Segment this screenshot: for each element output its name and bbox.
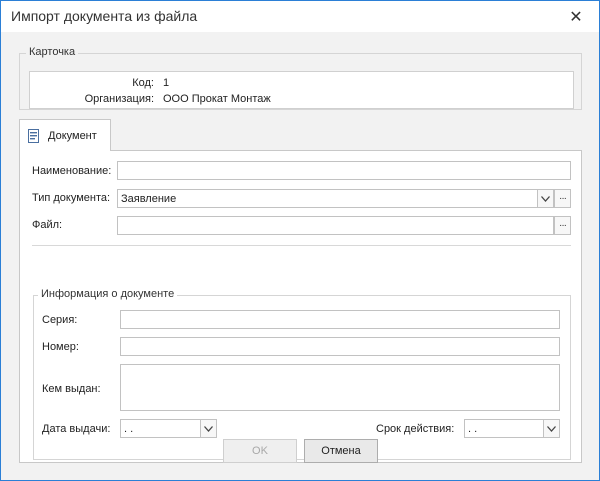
issue-date-label: Дата выдачи: <box>42 423 111 435</box>
name-label: Наименование: <box>32 165 112 177</box>
card-group-title: Карточка <box>26 46 79 58</box>
validity-value: . . <box>468 422 478 435</box>
doctype-browse-button[interactable]: ··· <box>554 189 571 208</box>
document-info-group: Информация о документе Серия: Номер: Кем… <box>33 288 571 460</box>
ok-button[interactable]: OK <box>223 439 297 463</box>
number-input[interactable] <box>120 337 560 356</box>
chevron-down-icon <box>547 425 556 432</box>
chevron-down-icon <box>204 425 213 432</box>
number-label: Номер: <box>42 341 79 353</box>
issue-date-value: . . <box>124 422 134 435</box>
file-browse-button[interactable]: ··· <box>554 216 571 235</box>
code-label: Код: <box>132 77 154 89</box>
doctype-combo[interactable]: Заявление <box>117 189 554 208</box>
tab-document-label: Документ <box>48 129 97 142</box>
info-group-title: Информация о документе <box>38 288 178 300</box>
doctype-label: Тип документа: <box>32 192 111 204</box>
name-input[interactable] <box>117 161 571 180</box>
validity-label: Срок действия: <box>376 423 455 435</box>
window-title: Импорт документа из файла <box>11 8 198 24</box>
organization-value: ООО Прокат Монтаж <box>163 93 271 105</box>
series-input[interactable] <box>120 310 560 329</box>
doctype-value: Заявление <box>121 192 177 205</box>
dialog-window: Импорт документа из файла ✕ Карточка Код… <box>0 0 600 481</box>
document-tab-panel: Наименование: Тип документа: Заявление ·… <box>19 150 582 463</box>
validity-dropdown-button[interactable] <box>543 420 559 437</box>
code-value: 1 <box>163 77 170 89</box>
close-icon: ✕ <box>569 9 583 26</box>
close-button[interactable]: ✕ <box>563 7 589 27</box>
document-icon <box>28 128 40 143</box>
organization-label: Организация: <box>84 93 154 105</box>
chevron-down-icon <box>541 195 550 202</box>
title-bar[interactable]: Импорт документа из файла ✕ <box>1 1 599 32</box>
validity-date-picker[interactable]: . . <box>464 419 560 438</box>
card-group: Карточка Код: 1 Организация: ООО Прокат … <box>19 46 582 110</box>
issued-by-input[interactable] <box>120 364 560 411</box>
issued-by-label: Кем выдан: <box>42 383 101 395</box>
doctype-dropdown-button[interactable] <box>537 190 553 207</box>
ellipsis-icon: ··· <box>559 193 567 204</box>
ellipsis-icon: ··· <box>559 220 567 231</box>
issue-date-picker[interactable]: . . <box>120 419 217 438</box>
file-input[interactable] <box>117 216 554 235</box>
form-separator <box>32 245 571 246</box>
card-info-panel: Код: 1 Организация: ООО Прокат Монтаж <box>29 71 574 109</box>
dialog-client-area: Карточка Код: 1 Организация: ООО Прокат … <box>1 32 599 480</box>
file-label: Файл: <box>32 219 63 231</box>
issue-date-dropdown-button[interactable] <box>200 420 216 437</box>
tab-document[interactable]: Документ <box>19 119 111 151</box>
series-label: Серия: <box>42 314 78 326</box>
cancel-button[interactable]: Отмена <box>304 439 378 463</box>
